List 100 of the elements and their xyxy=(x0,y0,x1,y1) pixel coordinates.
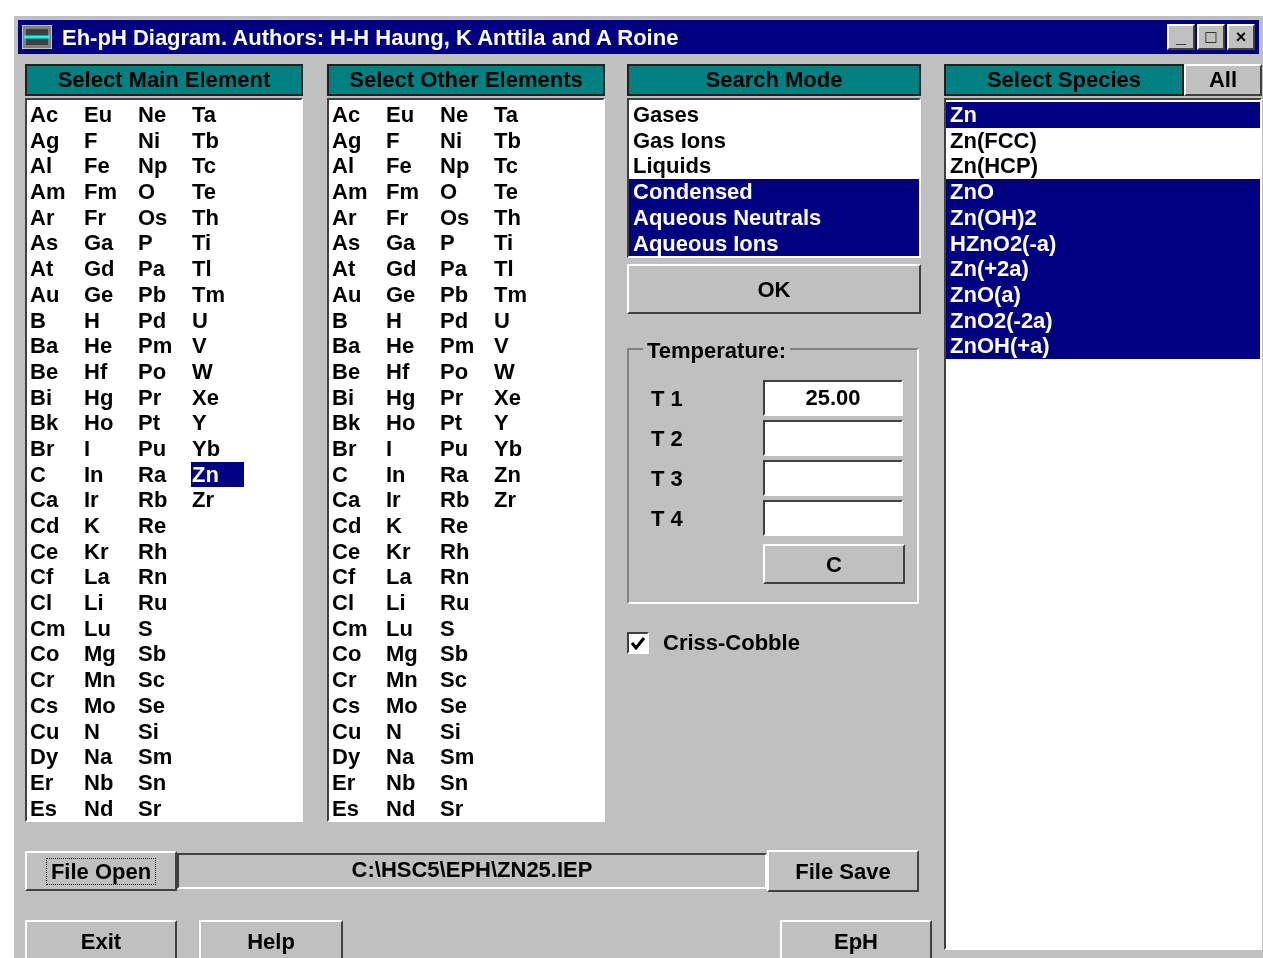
element-item[interactable]: Kr xyxy=(83,538,136,565)
element-item[interactable]: Pt xyxy=(137,410,190,436)
element-item[interactable]: Au xyxy=(29,281,82,308)
element-item[interactable]: Pd xyxy=(439,307,492,334)
element-item[interactable]: Sn xyxy=(137,769,190,796)
element-item[interactable]: Po xyxy=(137,358,190,385)
element-item[interactable]: Sn xyxy=(439,769,492,796)
element-item[interactable]: Cr xyxy=(331,667,384,693)
element-item[interactable]: Ho xyxy=(83,410,136,436)
element-item[interactable]: Cd xyxy=(29,513,82,539)
element-item[interactable]: K xyxy=(385,513,438,539)
element-item[interactable]: Be xyxy=(29,358,82,385)
element-item[interactable]: Np xyxy=(439,153,492,180)
element-item[interactable]: Rb xyxy=(439,487,492,513)
element-item[interactable]: Dy xyxy=(29,744,82,770)
element-item[interactable]: Sc xyxy=(439,667,492,693)
element-item[interactable]: Am xyxy=(331,179,384,205)
element-item[interactable]: Al xyxy=(29,153,82,180)
element-item[interactable]: Pm xyxy=(137,333,190,359)
element-item[interactable]: Br xyxy=(331,435,384,462)
element-item[interactable]: Lu xyxy=(385,615,438,642)
element-item[interactable]: Nd xyxy=(83,795,136,822)
element-item[interactable]: C xyxy=(29,461,82,488)
element-item[interactable]: La xyxy=(385,564,438,591)
element-item[interactable]: Pa xyxy=(137,256,190,282)
element-item[interactable]: Se xyxy=(439,692,492,719)
element-item[interactable]: Si xyxy=(439,718,492,745)
element-item[interactable]: Ba xyxy=(29,333,82,359)
element-item[interactable]: N xyxy=(385,718,438,745)
element-item[interactable]: Cm xyxy=(29,615,82,642)
element-item[interactable]: Ta xyxy=(191,102,244,128)
element-item[interactable]: Xe xyxy=(493,384,546,411)
element-item[interactable]: Os xyxy=(439,204,492,231)
element-item[interactable]: Ge xyxy=(83,281,136,308)
element-item[interactable]: He xyxy=(385,333,438,359)
element-item[interactable]: Pb xyxy=(439,281,492,308)
element-item[interactable]: Yb xyxy=(493,435,546,462)
element-item[interactable]: U xyxy=(493,307,546,334)
element-item[interactable]: K xyxy=(83,513,136,539)
element-item[interactable]: Ca xyxy=(331,487,384,513)
element-item[interactable]: Cf xyxy=(331,564,384,591)
element-item[interactable]: Co xyxy=(29,641,82,668)
element-item[interactable]: Es xyxy=(331,795,384,822)
element-item[interactable]: Sr xyxy=(439,795,492,822)
window-control[interactable]: _ xyxy=(1167,24,1195,50)
element-item[interactable]: Fr xyxy=(83,204,136,231)
temperature-input[interactable]: 25.00 xyxy=(763,380,903,416)
element-item[interactable]: Hf xyxy=(83,358,136,385)
element-item[interactable]: Ta xyxy=(493,102,546,128)
action-button[interactable]: Exit xyxy=(25,920,177,958)
element-item[interactable]: O xyxy=(439,179,492,205)
element-item[interactable]: Rn xyxy=(439,564,492,591)
element-item[interactable]: Nb xyxy=(83,769,136,796)
element-item[interactable]: Tb xyxy=(191,127,244,154)
search-mode-item[interactable]: Aqueous Neutrals xyxy=(629,204,919,231)
element-item[interactable]: Na xyxy=(83,744,136,770)
temperature-input[interactable] xyxy=(763,420,903,456)
element-item[interactable]: W xyxy=(493,358,546,385)
element-item[interactable]: H xyxy=(385,307,438,334)
element-item[interactable]: Fe xyxy=(83,153,136,180)
element-item[interactable]: Cl xyxy=(331,590,384,616)
clear-button[interactable]: C xyxy=(763,544,905,584)
search-mode-item[interactable]: Gas Ions xyxy=(629,127,919,154)
element-item[interactable]: Hg xyxy=(385,384,438,411)
element-item[interactable]: I xyxy=(385,435,438,462)
element-item[interactable]: Mg xyxy=(83,641,136,668)
element-item[interactable]: W xyxy=(191,358,244,385)
element-item[interactable]: Tl xyxy=(493,256,546,282)
element-item[interactable]: Bi xyxy=(29,384,82,411)
element-item[interactable]: Br xyxy=(29,435,82,462)
element-item[interactable]: Mg xyxy=(385,641,438,668)
species-item[interactable]: ZnOH(+a) xyxy=(946,333,1260,360)
element-item[interactable]: Tc xyxy=(191,153,244,180)
element-item[interactable]: Pm xyxy=(439,333,492,359)
element-item[interactable]: Re xyxy=(137,513,190,539)
element-item[interactable]: I xyxy=(83,435,136,462)
window-control[interactable]: □ xyxy=(1197,24,1225,50)
element-item[interactable]: F xyxy=(385,127,438,154)
element-item[interactable]: Ti xyxy=(191,230,244,257)
element-item[interactable]: Rh xyxy=(439,538,492,565)
element-item[interactable]: As xyxy=(29,230,82,257)
element-item[interactable]: Pb xyxy=(137,281,190,308)
element-item[interactable]: Pa xyxy=(439,256,492,282)
window-control[interactable]: × xyxy=(1227,24,1255,50)
element-item[interactable]: Pr xyxy=(439,384,492,411)
element-item[interactable]: Pd xyxy=(137,307,190,334)
element-item[interactable]: Ge xyxy=(385,281,438,308)
element-item[interactable]: Co xyxy=(331,641,384,668)
element-item[interactable]: Gd xyxy=(83,256,136,282)
species-item[interactable]: Zn(HCP) xyxy=(946,153,1260,180)
element-item[interactable]: Rb xyxy=(137,487,190,513)
element-item[interactable]: Gd xyxy=(385,256,438,282)
element-item[interactable]: S xyxy=(137,615,190,642)
element-item[interactable]: Zn xyxy=(191,461,244,488)
element-item[interactable]: Mo xyxy=(83,692,136,719)
temperature-input[interactable] xyxy=(763,460,903,496)
element-item[interactable]: Cf xyxy=(29,564,82,591)
element-item[interactable]: Ho xyxy=(385,410,438,436)
element-item[interactable]: Pu xyxy=(137,435,190,462)
element-item[interactable]: Ir xyxy=(385,487,438,513)
